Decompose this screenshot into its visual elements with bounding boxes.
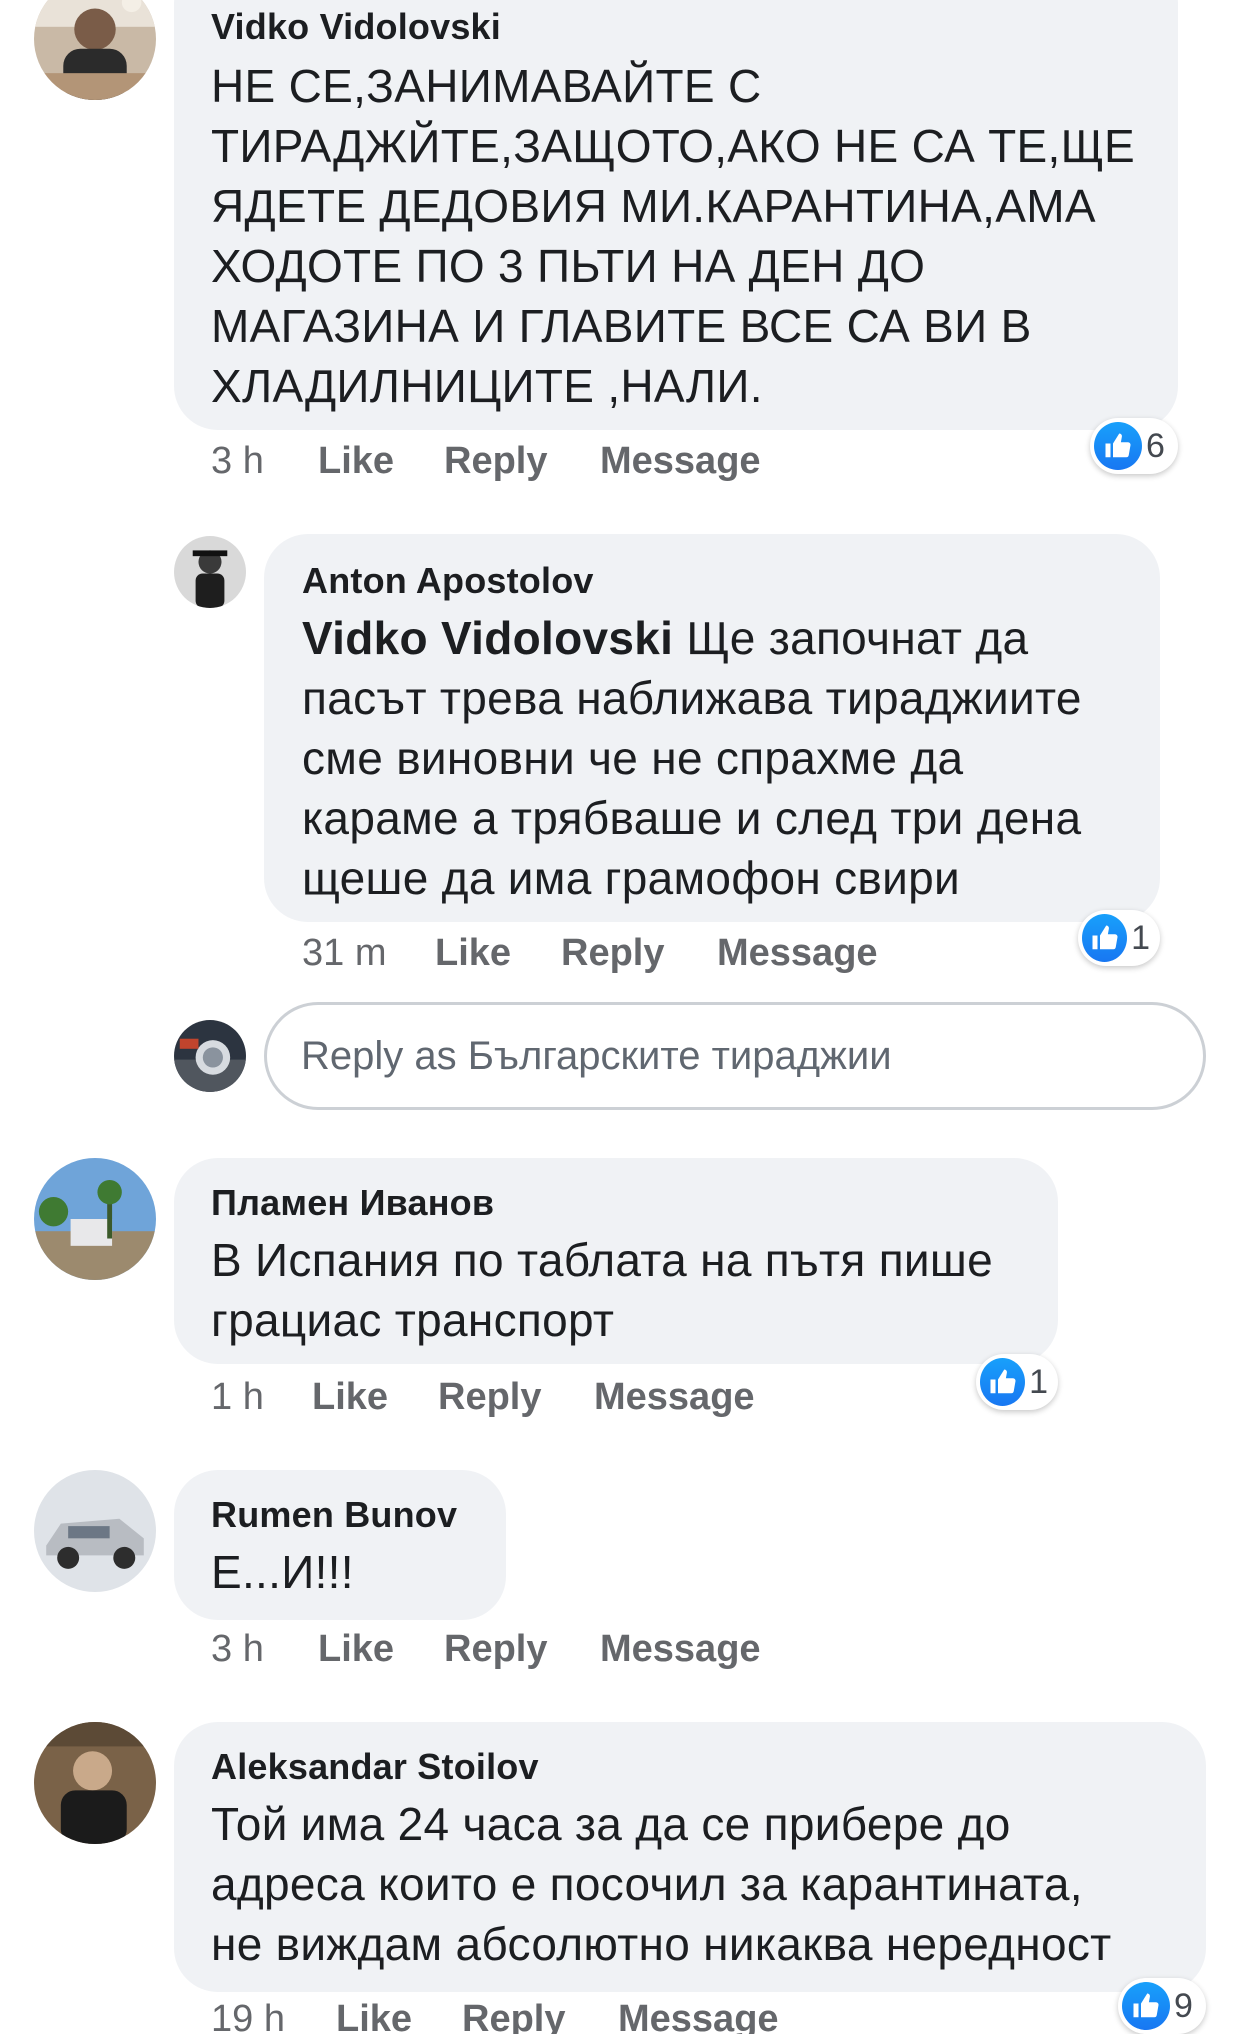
- message-label: Message: [600, 1628, 761, 1670]
- comment-author[interactable]: Anton Apostolov: [302, 560, 594, 602]
- comment-actions: 31 m: [302, 932, 386, 975]
- like-button[interactable]: Like: [318, 440, 394, 483]
- reply-button[interactable]: Reply: [444, 1628, 547, 1671]
- comment-author[interactable]: Пламен Иванов: [211, 1182, 494, 1224]
- like-label: Like: [318, 1628, 395, 1670]
- comment-text: НЕ СЕ,ЗАНИМАВАЙТЕ С ТИРАДЖЙТЕ,ЗАЩОТО,АКО…: [211, 60, 1136, 412]
- comment-time: 19 h: [211, 1998, 285, 2034]
- like-button[interactable]: Like: [435, 932, 511, 975]
- comment-time: 1 h: [211, 1376, 264, 1418]
- reaction-count: 6: [1146, 426, 1165, 465]
- reply-label: Reply: [444, 1628, 548, 1670]
- reply-label: Reply: [462, 1998, 566, 2034]
- avatar-anton-image: [174, 536, 246, 608]
- message-label: Message: [600, 440, 761, 482]
- like-icon: [980, 1358, 1026, 1406]
- reaction-count-badge[interactable]: 6: [1090, 418, 1178, 474]
- like-button[interactable]: Like: [312, 1376, 388, 1419]
- comment-time: 3 h: [211, 440, 264, 482]
- comment-actions: 3 h: [211, 440, 264, 483]
- reply-label: Reply: [438, 1376, 542, 1418]
- like-icon: [1082, 914, 1128, 962]
- message-button[interactable]: Message: [594, 1376, 755, 1419]
- avatar-plamen-image: [34, 1158, 156, 1280]
- comment-author[interactable]: Vidko Vidolovski: [211, 6, 501, 48]
- message-button[interactable]: Message: [600, 440, 761, 483]
- reaction-count-badge[interactable]: 1: [976, 1354, 1058, 1410]
- like-icon: [1122, 1982, 1170, 2030]
- comments-thread: Vidko Vidolovski НЕ СЕ,ЗАНИМАВАЙТЕ С ТИР…: [0, 0, 1242, 2034]
- reply-input[interactable]: Reply as Българските тираджии: [264, 1002, 1206, 1110]
- like-label: Like: [312, 1376, 389, 1418]
- avatar-rumen-image: [34, 1470, 156, 1592]
- avatar-plamen[interactable]: [34, 1158, 156, 1280]
- message-label: Message: [618, 1998, 779, 2034]
- avatar-vidko[interactable]: [34, 0, 156, 100]
- comment-time: 3 h: [211, 1628, 264, 1670]
- comment-text: Той има 24 часа за да се прибере до адре…: [211, 1798, 1112, 1970]
- like-label: Like: [435, 932, 512, 974]
- avatar-page: [174, 1020, 246, 1092]
- reply-button[interactable]: Reply: [462, 1998, 565, 2034]
- reaction-count-badge[interactable]: 9: [1118, 1978, 1206, 2034]
- comment-actions: 19 h: [211, 1998, 285, 2034]
- comment-actions: 1 h: [211, 1376, 264, 1419]
- reply-label: Reply: [444, 440, 548, 482]
- message-button[interactable]: Message: [618, 1998, 779, 2034]
- comment-author[interactable]: Rumen Bunov: [211, 1494, 457, 1536]
- like-label: Like: [336, 1998, 413, 2034]
- comment-actions: 3 h: [211, 1628, 264, 1671]
- comment-author[interactable]: Aleksandar Stoilov: [211, 1746, 539, 1788]
- reaction-count: 9: [1174, 1986, 1193, 2025]
- reaction-count-badge[interactable]: 1: [1078, 910, 1160, 966]
- comment-text: В Испания по таблата на пътя пише грациа…: [211, 1234, 993, 1346]
- like-icon: [1094, 422, 1142, 470]
- avatar-aleksandar[interactable]: [34, 1722, 156, 1844]
- reply-button[interactable]: Reply: [561, 932, 664, 975]
- like-button[interactable]: Like: [318, 1628, 394, 1671]
- message-label: Message: [717, 932, 878, 974]
- like-label: Like: [318, 440, 395, 482]
- reply-button[interactable]: Reply: [438, 1376, 541, 1419]
- comment-time: 31 m: [302, 932, 387, 974]
- reply-button[interactable]: Reply: [444, 440, 547, 483]
- avatar-rumen[interactable]: [34, 1470, 156, 1592]
- message-label: Message: [594, 1376, 755, 1418]
- like-button[interactable]: Like: [336, 1998, 412, 2034]
- avatar-aleksandar-image: [34, 1722, 156, 1844]
- comment-text: Vidko Vidolovski Ще започнат да пасът тр…: [302, 608, 1152, 908]
- avatar-page-image: [174, 1020, 246, 1092]
- message-button[interactable]: Message: [717, 932, 878, 975]
- reply-label: Reply: [561, 932, 665, 974]
- avatar-vidko-image: [34, 0, 156, 100]
- reaction-count: 1: [1029, 1362, 1048, 1401]
- avatar-anton[interactable]: [174, 536, 246, 608]
- mention-link[interactable]: Vidko Vidolovski: [302, 612, 673, 664]
- reply-input-placeholder: Reply as Българските тираджии: [301, 1033, 892, 1078]
- message-button[interactable]: Message: [600, 1628, 761, 1671]
- reaction-count: 1: [1131, 918, 1150, 957]
- comment-text: Е...И!!!: [211, 1546, 354, 1598]
